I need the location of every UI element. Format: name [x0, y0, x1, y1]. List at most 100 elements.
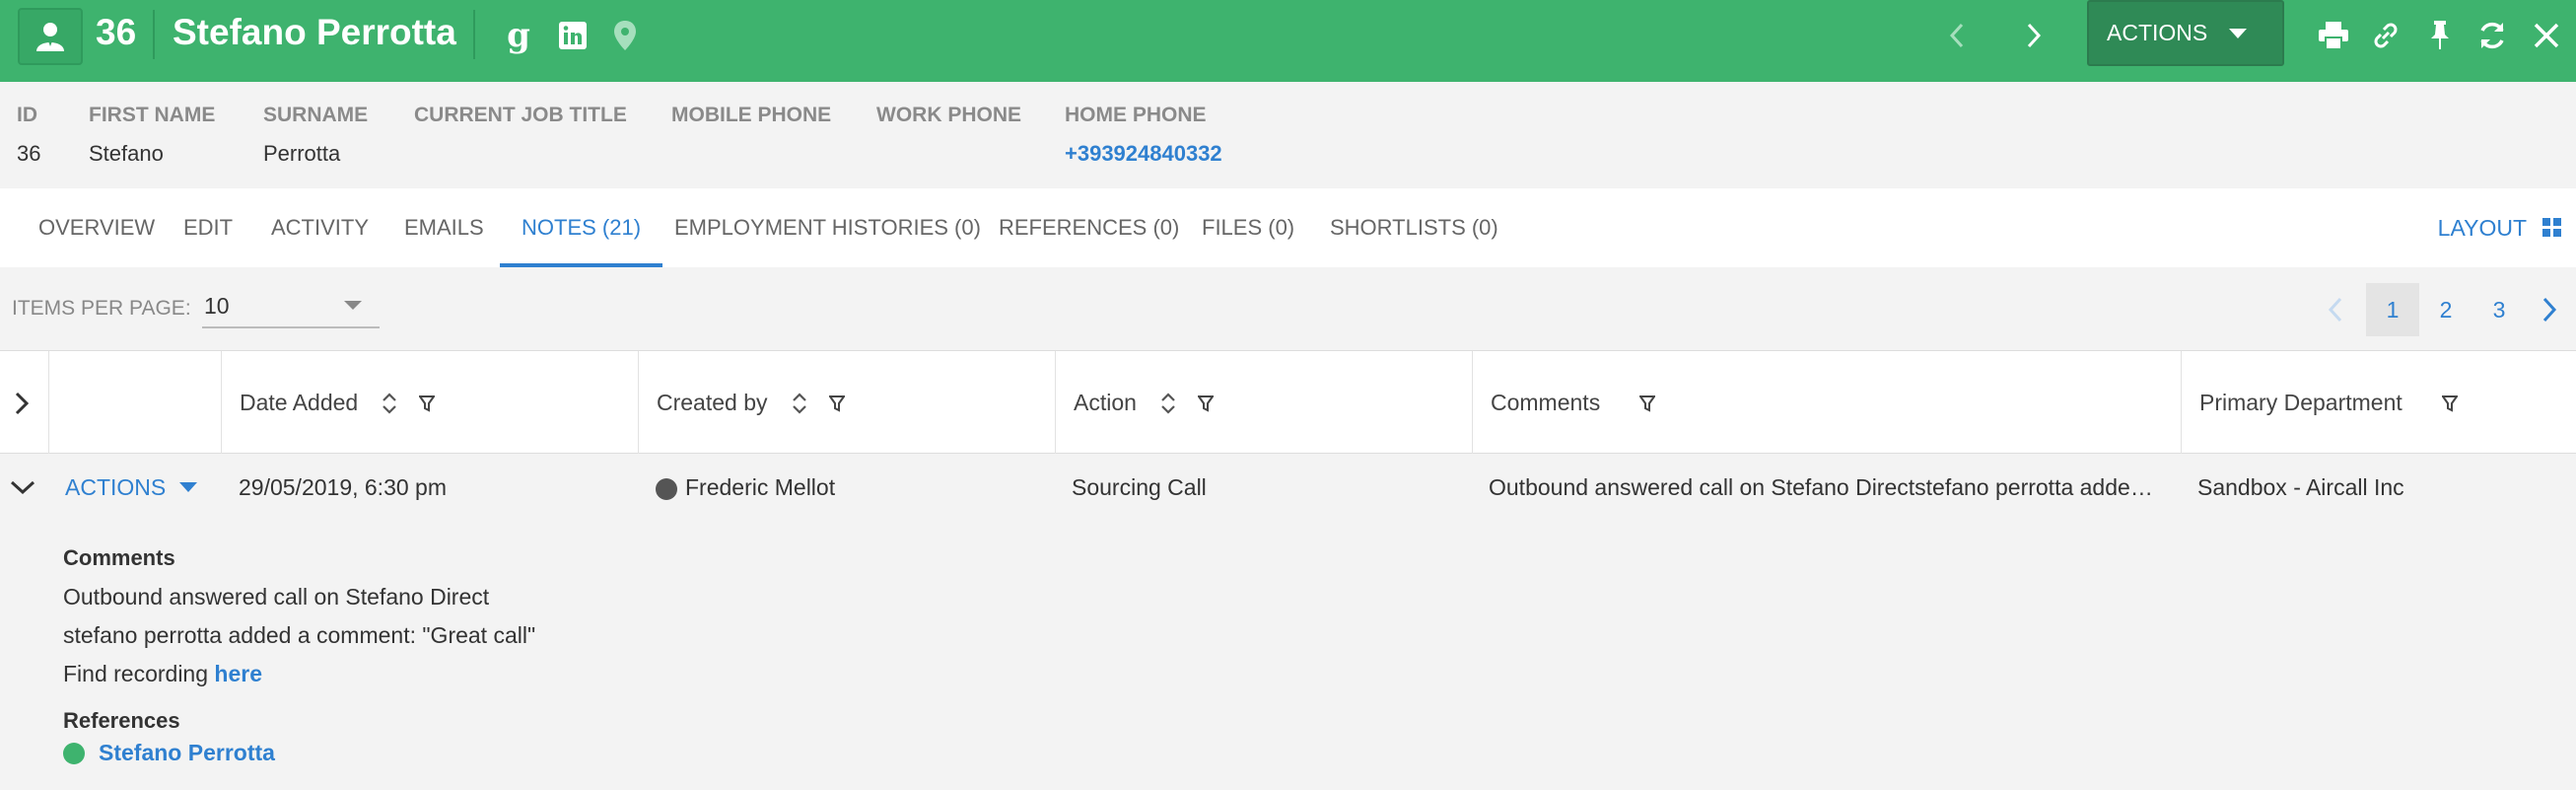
reference-item[interactable]: Stefano Perrotta	[63, 740, 275, 766]
tab-edit[interactable]: EDIT	[162, 188, 254, 267]
pin-icon[interactable]	[2425, 18, 2455, 53]
comment-line: stefano perrotta added a comment: "Great…	[63, 622, 536, 648]
tab-shortlists[interactable]: SHORTLISTS (0)	[1308, 188, 1520, 267]
record-tabs: OVERVIEW EDIT ACTIVITY EMAILS NOTES (21)…	[0, 188, 2576, 267]
filter-icon[interactable]	[828, 395, 845, 412]
field-label: FIRST NAME	[89, 104, 216, 126]
prev-chevron-icon[interactable]	[1942, 18, 1972, 53]
status-dot-icon	[63, 742, 85, 764]
field-label: MOBILE PHONE	[671, 104, 832, 126]
chevron-down-icon	[344, 301, 362, 310]
cell-created-by: Frederic Mellot	[656, 454, 1050, 521]
sort-icon[interactable]	[1160, 392, 1176, 415]
tab-files[interactable]: FILES (0)	[1180, 188, 1316, 267]
field-id: ID 36	[17, 104, 40, 167]
items-per-page-value: 10	[204, 293, 230, 319]
field-value: 36	[17, 141, 41, 166]
column-label: Primary Department	[2199, 390, 2402, 415]
field-current-job-title: CURRENT JOB TITLE	[414, 104, 627, 141]
layout-label: LAYOUT	[2437, 214, 2527, 241]
close-icon[interactable]	[2530, 18, 2563, 53]
header-divider	[153, 10, 155, 59]
tab-notes[interactable]: NOTES (21)	[500, 188, 663, 267]
created-by-name: Frederic Mellot	[685, 474, 836, 500]
tab-activity[interactable]: ACTIVITY	[249, 188, 390, 267]
items-per-page-label: ITEMS PER PAGE:	[12, 297, 191, 320]
grid-icon	[2542, 218, 2561, 237]
field-label: CURRENT JOB TITLE	[414, 104, 627, 126]
field-label: SURNAME	[263, 104, 369, 126]
field-label: HOME PHONE	[1065, 104, 1207, 126]
record-header: 36 Stefano Perrotta g ACTIONS	[0, 0, 2576, 82]
actions-column-header	[49, 351, 222, 455]
field-first-name: FIRST NAME Stefano	[89, 104, 215, 167]
column-label: Created by	[657, 390, 768, 415]
header-actions-label: ACTIONS	[2107, 20, 2208, 45]
tab-references[interactable]: REFERENCES (0)	[977, 188, 1201, 267]
column-action[interactable]: Action	[1056, 351, 1473, 455]
row-actions-label: ACTIONS	[65, 474, 167, 500]
page-1-button[interactable]: 1	[2366, 283, 2419, 336]
reference-name: Stefano Perrotta	[99, 740, 275, 765]
column-primary-department[interactable]: Primary Department	[2182, 351, 2576, 455]
field-work-phone: WORK PHONE	[876, 104, 1021, 141]
next-chevron-icon[interactable]	[2019, 18, 2049, 53]
column-date-added[interactable]: Date Added	[222, 351, 639, 455]
row-actions-button[interactable]: ACTIONS	[65, 454, 223, 521]
pager-bar: ITEMS PER PAGE: 10 1 2 3	[0, 267, 2576, 350]
home-phone-link[interactable]: +393924840332	[1065, 141, 1222, 167]
chevron-down-icon	[2229, 28, 2248, 38]
row-detail: Comments Outbound answered call on Stefa…	[0, 521, 2576, 790]
page-2-button[interactable]: 2	[2419, 283, 2472, 336]
expand-all-icon[interactable]	[0, 351, 49, 455]
column-label: Action	[1074, 390, 1137, 415]
column-comments[interactable]: Comments	[1473, 351, 2182, 455]
candidate-icon[interactable]	[18, 8, 83, 65]
filter-icon[interactable]	[1639, 395, 1656, 412]
sort-icon[interactable]	[792, 392, 807, 415]
record-summary: ID 36 FIRST NAME Stefano SURNAME Perrott…	[0, 82, 2576, 188]
field-label: ID	[17, 104, 37, 126]
record-id: 36	[96, 12, 137, 52]
filter-icon[interactable]	[1197, 395, 1214, 412]
cell-date-added: 29/05/2019, 6:30 pm	[239, 474, 447, 500]
next-page-icon[interactable]	[2530, 283, 2569, 336]
notes-table-header: Date Added Created by Action Comments Pr…	[0, 350, 2576, 455]
filter-icon[interactable]	[2441, 395, 2458, 412]
chevron-down-icon	[179, 482, 198, 492]
comment-line: Find recording here	[63, 661, 262, 687]
tab-overview[interactable]: OVERVIEW	[17, 188, 176, 267]
header-actions-button[interactable]: ACTIONS	[2087, 0, 2284, 66]
sort-icon[interactable]	[382, 392, 397, 415]
user-status-dot	[656, 477, 677, 500]
link-icon[interactable]	[2369, 18, 2402, 53]
collapse-row-icon[interactable]	[10, 454, 49, 521]
recording-link[interactable]: here	[214, 661, 262, 686]
column-created-by[interactable]: Created by	[639, 351, 1056, 455]
comments-heading: Comments	[63, 545, 175, 570]
prev-page-icon[interactable]	[2309, 283, 2362, 336]
layout-button[interactable]: LAYOUT	[2438, 188, 2562, 267]
field-mobile-phone: MOBILE PHONE	[671, 104, 831, 141]
print-icon[interactable]	[2317, 18, 2350, 53]
linkedin-icon[interactable]	[557, 18, 589, 53]
tab-employment-histories[interactable]: EMPLOYMENT HISTORIES (0)	[653, 188, 1003, 267]
field-home-phone: HOME PHONE +393924840332	[1065, 104, 1222, 167]
column-label: Comments	[1491, 390, 1601, 415]
table-row[interactable]: ACTIONS 29/05/2019, 6:30 pm Frederic Mel…	[0, 454, 2576, 521]
items-per-page-select[interactable]: 10	[202, 289, 380, 328]
field-label: WORK PHONE	[876, 104, 1021, 126]
field-value: Stefano	[89, 141, 164, 166]
cell-primary-department: Sandbox - Aircall Inc	[2197, 474, 2404, 500]
cell-comments: Outbound answered call on Stefano Direct…	[1489, 474, 2159, 500]
record-name: Stefano Perrotta	[173, 12, 456, 52]
google-icon[interactable]: g	[505, 16, 532, 55]
header-divider	[473, 10, 475, 59]
page-3-button[interactable]: 3	[2472, 283, 2526, 336]
tab-emails[interactable]: EMAILS	[383, 188, 506, 267]
field-value: Perrotta	[263, 141, 341, 166]
location-pin-icon[interactable]	[611, 18, 639, 53]
recording-prefix: Find recording	[63, 661, 215, 686]
filter-icon[interactable]	[419, 395, 436, 412]
refresh-icon[interactable]	[2474, 18, 2510, 53]
